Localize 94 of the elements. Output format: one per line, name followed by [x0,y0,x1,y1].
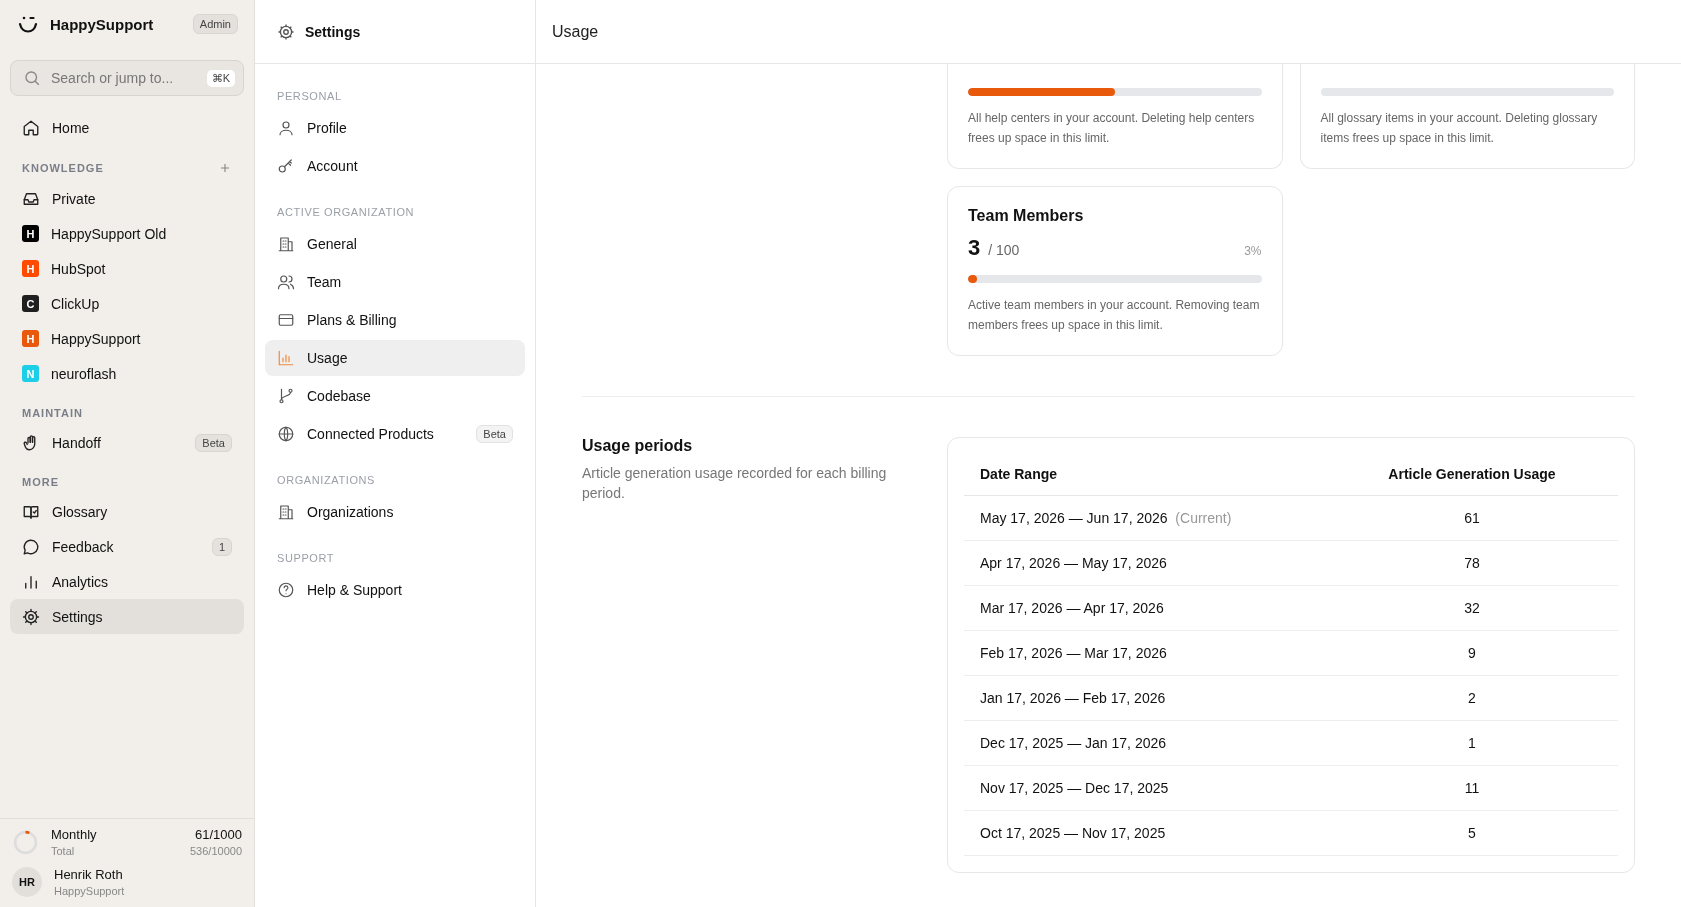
column-header: Date Range [964,454,1326,496]
chat-bubble-icon [22,537,40,556]
usage-value: 61/1000 [195,827,242,842]
card-description: All glossary items in your account. Deleting glossary items frees up space in this limit. [1320,110,1599,147]
sidebar-item[interactable]: Private [10,181,244,216]
bar-chart-icon [277,349,295,367]
sidebar-item[interactable]: Handoff Beta [10,425,244,460]
settings-nav-item[interactable]: Profile [265,110,525,146]
settings-nav-item[interactable]: Plans & Billing [265,302,525,338]
sidebar-item[interactable]: N neuroflash [10,356,244,391]
usage-title: Monthly [51,827,98,842]
percent-value: 3% [1244,244,1262,258]
usage-cell: 9 [1326,630,1618,676]
date-range-cell: May 17, 2026 — Jun 17, 2026 (Current) [964,495,1326,541]
sidebar-item[interactable]: C ClickUp [10,286,244,321]
role-badge: Admin [192,14,238,34]
card-description: Active team members in your account. Removing team members frees up space in this limit. [968,297,1261,334]
count-value: 3 [968,235,981,261]
settings-nav-item[interactable]: General [265,226,525,262]
group-heading: PERSONAL [276,89,343,104]
date-range-cell: Feb 17, 2026 — Mar 17, 2026 [964,630,1326,676]
home-icon [22,118,40,137]
key-icon [277,157,295,175]
count-badge: 1 [211,537,232,556]
user-organization: HappySupport [54,885,126,897]
sidebar-item[interactable]: H HappySupport [10,321,244,356]
building-icon [277,235,295,253]
date-range-cell: Mar 17, 2026 — Apr 17, 2026 [964,585,1326,631]
sidebar-item[interactable]: Settings [10,599,244,634]
usage-subtitle: Total [51,845,76,857]
workspace-avatar: H [22,260,39,277]
usage-cell: 2 [1326,675,1618,721]
count-limit: / 100 [988,242,1021,258]
settings-nav-item[interactable]: Usage [265,340,525,376]
card-description: All help centers in your account. Deleting help centers frees up space in this limit. [968,110,1256,147]
person-icon [277,119,295,137]
usage-cell: 61 [1326,495,1618,541]
settings-icon [22,607,40,626]
user-avatar[interactable]: HR [12,867,42,897]
group-heading: ORGANIZATIONS [276,473,377,488]
settings-nav-item[interactable]: Help & Support [265,572,525,608]
workspace-avatar: H [22,225,39,242]
section-heading: KNOWLEDGE [22,162,104,174]
settings-nav-item[interactable]: Team [265,264,525,300]
usage-total: 536/10000 [190,845,242,857]
workspace-avatar: N [22,365,39,382]
settings-nav-item[interactable]: Organizations [265,494,525,530]
beta-badge: Beta [476,425,513,443]
sidebar-item[interactable]: Home [10,110,244,145]
brand-name: HappySupport [50,15,155,33]
settings-nav-item[interactable]: Connected Products Beta [265,416,525,452]
date-range-cell: Nov 17, 2025 — Dec 17, 2025 [964,765,1326,811]
usage-cell: 1 [1326,720,1618,766]
settings-nav-item[interactable]: Codebase [265,378,525,414]
date-range-cell: Dec 17, 2025 — Jan 17, 2026 [964,720,1326,766]
globe-icon [277,425,295,443]
sidebar-item[interactable]: H HappySupport Old [10,216,244,251]
sidebar-item[interactable]: Feedback 1 [10,529,244,564]
shortcut-hint: ⌘K [206,69,235,87]
sidebar-item[interactable]: H HubSpot [10,251,244,286]
section-heading: MAINTAIN [22,407,83,419]
group-heading: SUPPORT [276,551,336,566]
section-title: Usage periods [582,437,694,455]
add-icon[interactable] [218,161,232,175]
card-title: Team Members [968,207,1085,225]
help-icon [277,581,295,599]
workspace-avatar: H [22,330,39,347]
search-icon [23,69,41,87]
settings-title: Settings [305,23,361,40]
people-icon [277,273,295,291]
usage-cell: 5 [1326,810,1618,856]
column-header: Article Generation Usage [1326,454,1618,496]
settings-icon [277,22,295,41]
usage-cell: 32 [1326,585,1618,631]
branch-icon [277,387,295,405]
search-box[interactable]: Search or jump to... ⌘K [10,60,244,96]
usage-cell: 78 [1326,540,1618,586]
settings-nav-item[interactable]: Account [265,148,525,184]
section-description: Article generation usage recorded for each billing period. [582,464,888,503]
group-heading: ACTIVE ORGANIZATION [276,205,416,220]
credit-card-icon [277,311,295,329]
workspace-avatar: C [22,295,39,312]
search-field[interactable]: Search or jump to... [49,69,199,87]
count-badge: Beta [195,433,232,452]
page-title: Usage [552,22,599,41]
sidebar-item[interactable]: Analytics [10,564,244,599]
section-heading: MORE [22,476,59,488]
sidebar-item[interactable]: Glossary [10,494,244,529]
usage-cell: 11 [1326,765,1618,811]
date-range-cell: Jan 17, 2026 — Feb 17, 2026 [964,675,1326,721]
building-icon [277,503,295,521]
date-range-cell: Apr 17, 2026 — May 17, 2026 [964,540,1326,586]
user-name: Henrik Roth [54,867,124,882]
date-range-cell: Oct 17, 2025 — Nov 17, 2025 [964,810,1326,856]
